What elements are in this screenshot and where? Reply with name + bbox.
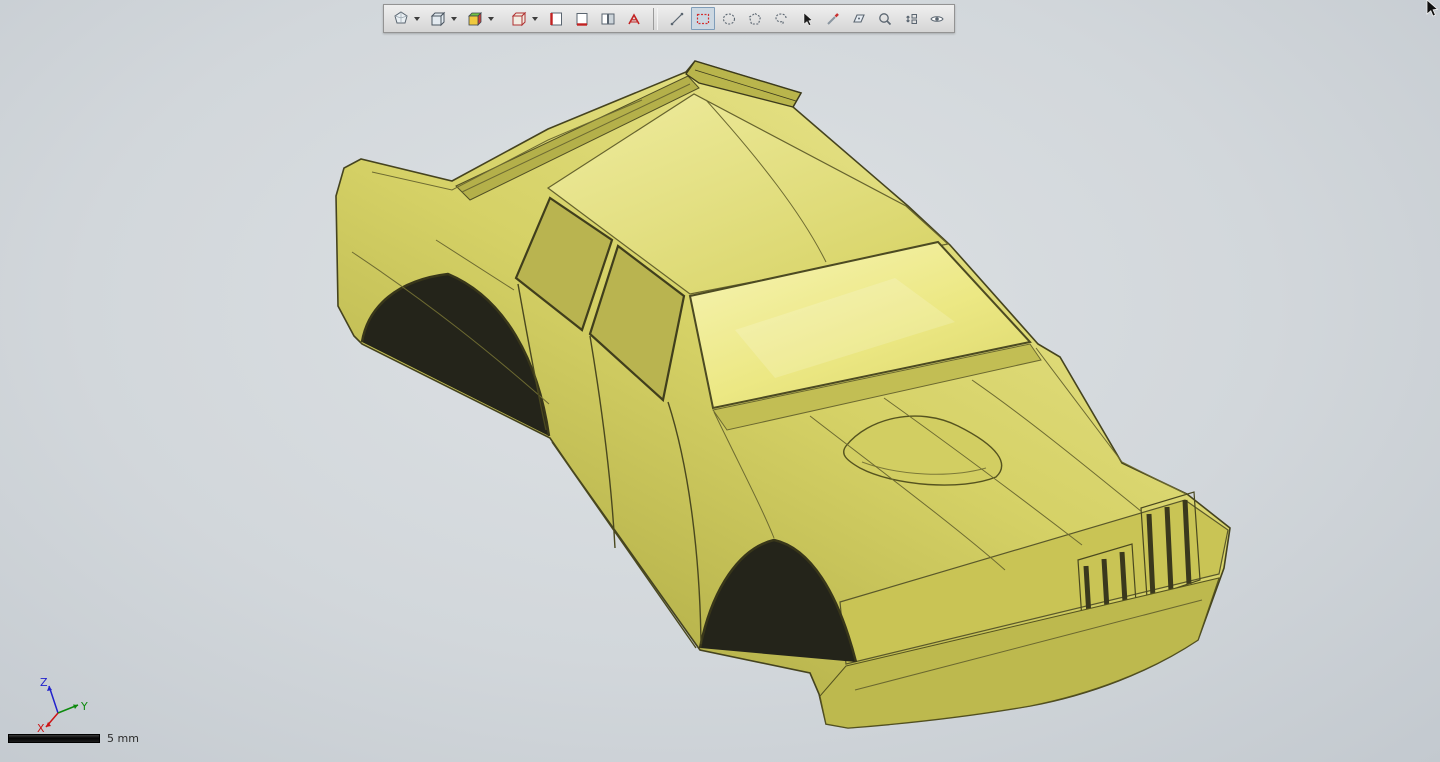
cad-application-window: { "viewport": { "background_center": "#d… (0, 0, 1440, 762)
mouse-cursor (1426, 0, 1439, 17)
scale-bar-label: 5 mm (107, 732, 139, 745)
circle-select-button[interactable] (717, 7, 741, 30)
toolbar-separator (653, 7, 658, 30)
section-plane-front-button[interactable] (544, 7, 568, 30)
scale-bar: 5 mm (8, 732, 139, 745)
line-select-button[interactable] (665, 7, 689, 30)
car-body-model[interactable] (335, 60, 1231, 729)
shaded-view-icon (394, 10, 408, 23)
rendered-view-dropdown[interactable] (488, 16, 494, 21)
y-axis-label: Y (80, 700, 88, 713)
zoom-button[interactable] (873, 7, 897, 30)
polygon-select-button[interactable] (743, 7, 767, 30)
z-axis-arrow (47, 686, 52, 691)
visibility-button[interactable] (925, 7, 949, 30)
pan-vertical-icon (906, 13, 917, 24)
split-section-button[interactable] (596, 7, 620, 30)
section-box-dropdown[interactable] (532, 16, 538, 21)
z-axis-label: Z (40, 676, 48, 689)
view-toolbar (383, 4, 955, 33)
paint-select-button[interactable] (821, 7, 845, 30)
pick-cursor-button[interactable] (795, 7, 819, 30)
model-viewport[interactable] (0, 0, 1440, 762)
shaded-view-button[interactable] (389, 7, 413, 30)
face-select-icon (853, 13, 865, 23)
section-plane-bottom-icon (576, 12, 588, 26)
scale-bar-rule (8, 734, 100, 743)
section-box-icon (511, 11, 527, 26)
face-select-button[interactable] (847, 7, 871, 30)
zoom-icon (879, 12, 892, 25)
visibility-icon (930, 15, 944, 22)
lasso-select-button[interactable] (769, 7, 793, 30)
pick-cursor-icon (803, 11, 813, 26)
wireframe-view-button[interactable] (426, 7, 450, 30)
split-section-icon (601, 13, 615, 24)
section-plane-front-icon (550, 12, 562, 25)
rendered-view-icon (468, 11, 482, 26)
circle-select-icon (722, 12, 736, 25)
rendered-view-button[interactable] (463, 7, 487, 30)
rectangle-select-icon (696, 13, 710, 24)
rectangle-select-button[interactable] (691, 7, 715, 30)
wireframe-view-icon (430, 11, 446, 26)
paint-select-icon (827, 12, 839, 25)
polygon-select-icon (748, 12, 762, 25)
section-plane-bottom-button[interactable] (570, 7, 594, 30)
section-box-button[interactable] (507, 7, 531, 30)
axis-triad: Z Y X (37, 676, 88, 734)
line-select-icon (670, 12, 684, 25)
lasso-select-icon (775, 12, 787, 25)
wireframe-view-dropdown[interactable] (451, 16, 457, 21)
section-cap-button[interactable] (622, 7, 646, 30)
pan-vertical-button[interactable] (899, 7, 923, 30)
shaded-view-dropdown[interactable] (414, 16, 420, 21)
section-cap-icon (628, 12, 640, 24)
